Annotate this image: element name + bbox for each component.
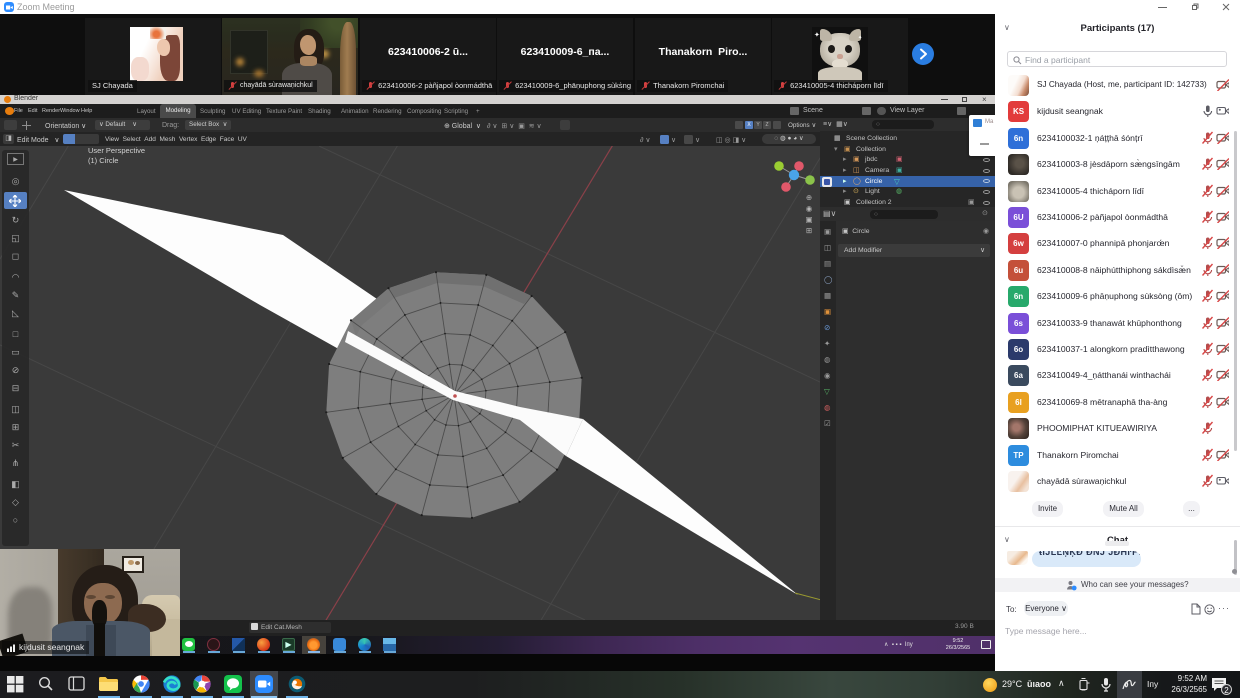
svg-text:◉: ◉ <box>806 204 813 213</box>
svg-text:⊞: ⊞ <box>806 226 812 235</box>
svg-text:⊕: ⊕ <box>806 193 812 202</box>
svg-text:▣: ▣ <box>805 215 812 224</box>
